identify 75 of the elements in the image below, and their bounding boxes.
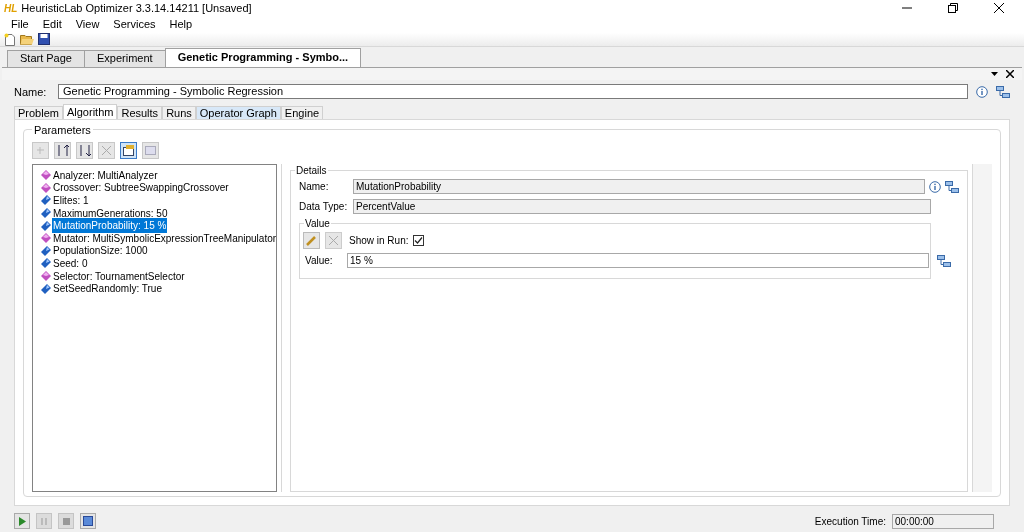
save-icon[interactable] — [38, 33, 50, 45]
view-tab[interactable]: Problem — [14, 106, 63, 119]
value-icon — [41, 208, 51, 219]
value-icon — [41, 220, 51, 231]
parameter-item[interactable]: Selector: TournamentSelector — [52, 268, 186, 284]
name-label: Name: — [299, 180, 330, 194]
start-button[interactable] — [14, 513, 30, 529]
parameter-item[interactable]: Crossover: SubtreeSwappingCrossover — [52, 180, 230, 196]
name-label: Name: — [14, 84, 48, 100]
network-icon[interactable] — [937, 254, 951, 267]
reset-button[interactable] — [80, 513, 96, 529]
name-field[interactable]: MutationProbability — [353, 179, 925, 194]
show-in-run-checkbox[interactable] — [413, 235, 425, 246]
new-file-icon[interactable] — [4, 32, 16, 46]
execution-time-field: 00:00:00 — [892, 513, 994, 529]
data-type-label: Data Type: — [299, 200, 349, 214]
restore-icon[interactable] — [948, 3, 958, 14]
sort-ascending-button[interactable] — [54, 142, 71, 159]
add-icon — [35, 145, 46, 156]
value-icon — [41, 258, 51, 269]
view-tab[interactable]: Engine — [280, 106, 324, 119]
parameter-item[interactable]: MaximumGenerations: 50 — [52, 205, 169, 221]
data-type-field: PercentValue — [353, 199, 931, 214]
view-tab[interactable]: Runs — [162, 106, 196, 119]
menu-item[interactable]: File — [4, 16, 36, 33]
pencil-icon — [306, 235, 317, 246]
value-icon — [41, 283, 51, 294]
dropdown-icon[interactable] — [991, 71, 998, 76]
sort-descending-button[interactable] — [76, 142, 93, 159]
document-tab[interactable]: Genetic Programming - Symbo... — [164, 47, 362, 67]
pause-icon — [41, 517, 47, 525]
view-tab[interactable]: Algorithm — [62, 104, 118, 119]
edit-button[interactable] — [303, 232, 320, 249]
operator-icon — [41, 271, 51, 282]
app-logo: HL — [4, 1, 18, 16]
close-icon[interactable] — [994, 3, 1004, 14]
execution-time-label: Execution Time: — [814, 514, 886, 529]
close-icon[interactable] — [1006, 69, 1014, 78]
view-tab[interactable]: Results — [117, 106, 163, 119]
remove-icon — [328, 235, 339, 246]
operator-icon — [41, 170, 51, 181]
reset-icon — [83, 516, 93, 526]
value-icon — [41, 245, 51, 256]
view-tab[interactable]: Operator Graph — [195, 106, 281, 119]
sort-ascending-icon — [56, 144, 69, 157]
parameter-item[interactable]: Elites: 1 — [52, 193, 90, 208]
show-details-button[interactable] — [120, 142, 137, 159]
remove-icon — [101, 145, 112, 156]
value-icon — [41, 195, 51, 206]
parameter-item[interactable]: SetSeedRandomly: True — [52, 281, 163, 297]
name-field[interactable]: Genetic Programming - Symbolic Regression — [58, 84, 968, 100]
menu-item[interactable]: Edit — [35, 16, 69, 33]
value-label: Value: — [304, 254, 334, 268]
network-icon[interactable] — [945, 180, 959, 193]
details-icon — [123, 145, 134, 156]
parameter-item[interactable]: Analyzer: MultiAnalyzer — [52, 167, 159, 183]
menu-item[interactable]: Help — [162, 16, 200, 33]
parameter-item[interactable]: MutationProbability: 15 % — [52, 218, 168, 234]
menu-item[interactable]: View — [68, 16, 107, 33]
folder-icon[interactable] — [20, 33, 34, 45]
play-icon — [18, 516, 26, 526]
value-field[interactable]: 15 % — [347, 253, 929, 268]
operator-icon — [41, 233, 51, 244]
sort-descending-icon — [78, 144, 91, 157]
network-icon[interactable] — [996, 85, 1010, 98]
menu-item[interactable]: Services — [106, 16, 163, 33]
document-tab[interactable]: Start Page — [7, 49, 85, 67]
info-icon[interactable] — [929, 180, 941, 193]
operator-icon — [41, 182, 51, 193]
window-title: HeuristicLab Optimizer 3.3.14.14211 [Unsaved] — [21, 1, 252, 16]
info-icon[interactable] — [976, 85, 988, 98]
stop-icon — [62, 517, 70, 525]
hidden-icon — [145, 146, 156, 155]
document-tab[interactable]: Experiment — [84, 49, 166, 67]
show-in-run-label: Show in Run: — [349, 234, 409, 248]
